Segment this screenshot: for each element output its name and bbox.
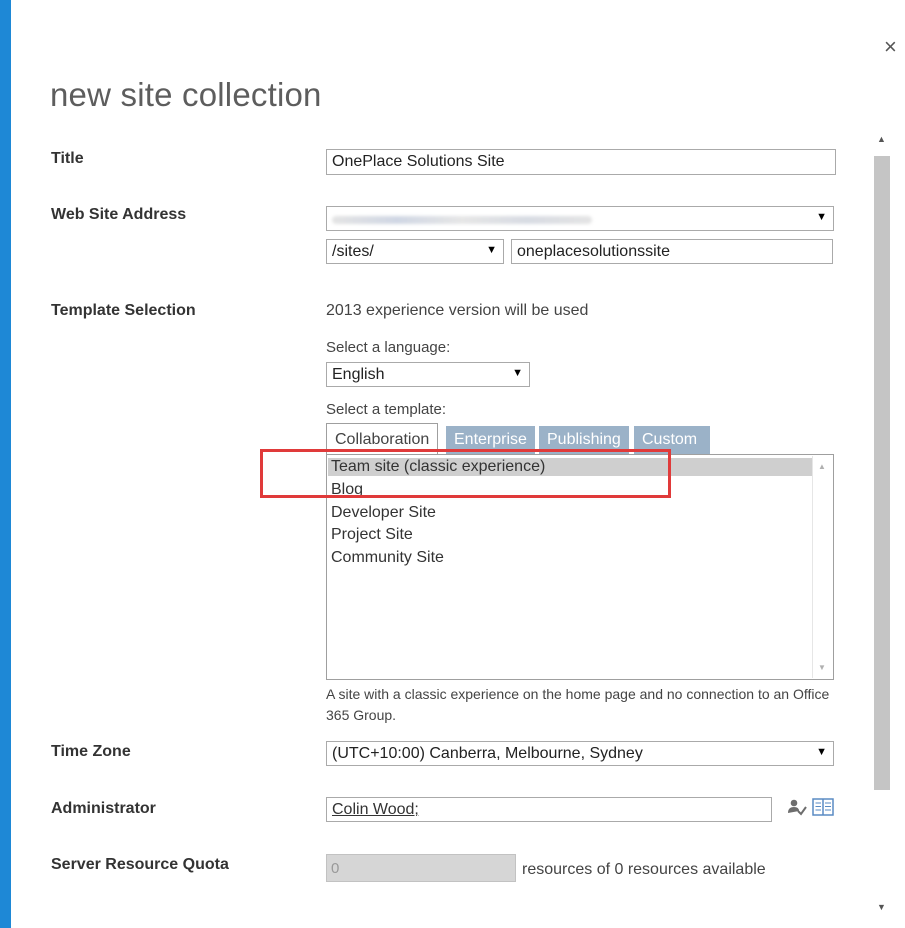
path-prefix-value: /sites/ [332,243,374,260]
template-description: A site with a classic experience on the … [326,686,830,723]
close-icon[interactable]: × [884,36,897,58]
title-input[interactable]: OnePlace Solutions Site [326,149,836,175]
listbox-scrollbar[interactable]: ▲ ▼ [812,456,832,678]
page-scrollbar[interactable]: ▲ ▼ [873,128,891,918]
tab-enterprise[interactable]: Enterprise [446,426,535,454]
template-prompt: Select a template: [326,401,447,418]
url-name-input[interactable]: oneplacesolutionssite [511,239,833,264]
list-item[interactable]: Developer Site [331,504,436,522]
tab-custom[interactable]: Custom [634,426,710,454]
scroll-up-icon[interactable]: ▲ [818,462,826,471]
language-value: English [332,366,385,383]
scroll-down-icon[interactable]: ▼ [877,902,886,912]
chevron-down-icon: ▼ [816,746,827,758]
scrollbar-thumb[interactable] [874,156,890,790]
scroll-down-icon[interactable]: ▼ [818,663,826,672]
language-prompt: Select a language: [326,339,451,356]
scroll-up-icon[interactable]: ▲ [877,134,886,144]
list-item[interactable]: Community Site [331,549,444,567]
page-title: new site collection [50,76,322,113]
experience-version-note: 2013 experience version will be used [326,302,589,319]
title-label: Title [51,150,84,167]
chevron-down-icon: ▼ [512,367,523,379]
time-zone-select[interactable]: (UTC+10:00) Canberra, Melbourne, Sydney … [326,741,834,766]
administrator-label: Administrator [51,800,156,817]
quota-label: Server Resource Quota [51,856,229,873]
tab-publishing[interactable]: Publishing [539,426,629,454]
domain-value-redacted [332,216,592,224]
path-prefix-select[interactable]: /sites/ ▼ [326,239,504,264]
chevron-down-icon: ▼ [816,211,827,223]
tab-collaboration[interactable]: Collaboration [326,423,439,455]
time-zone-value: (UTC+10:00) Canberra, Melbourne, Sydney [332,745,643,762]
administrator-input[interactable]: Colin Wood; [326,797,772,822]
chevron-down-icon: ▼ [486,244,497,256]
check-names-icon[interactable] [787,797,807,822]
domain-select[interactable]: ▼ [326,206,834,231]
list-item[interactable]: Team site (classic experience) [328,458,812,476]
quota-suffix: resources of 0 resources available [522,861,766,878]
web-site-address-label: Web Site Address [51,206,187,223]
list-item[interactable]: Blog [331,481,363,499]
administrator-value: Colin Wood; [332,801,419,818]
language-select[interactable]: English ▼ [326,362,530,387]
dialog-accent-bar [0,0,11,928]
time-zone-label: Time Zone [51,743,131,760]
template-listbox[interactable]: Team site (classic experience) Blog Deve… [326,454,834,680]
template-selection-label: Template Selection [51,302,196,319]
address-book-icon[interactable] [812,797,834,822]
quota-input: 0 [326,854,516,882]
list-item[interactable]: Project Site [331,526,413,544]
